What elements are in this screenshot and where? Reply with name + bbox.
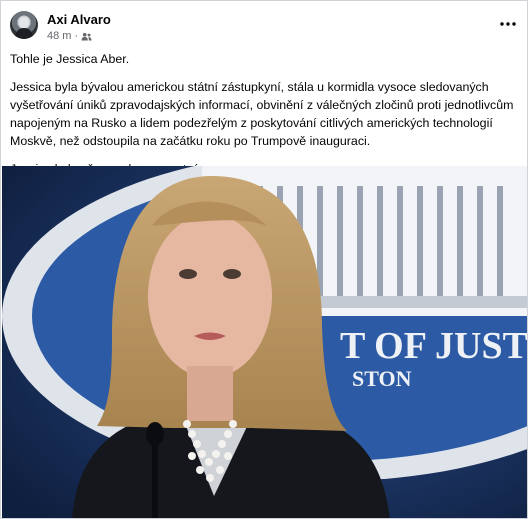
post-paragraph: Tohle je Jessica Aber. [10,52,130,66]
post-meta: 48 m · [47,30,92,42]
more-options-button[interactable] [499,15,517,33]
avatar-body [15,28,33,39]
author-name[interactable]: Axi Alvaro [47,12,111,27]
author-avatar[interactable] [10,11,38,39]
photo-illustration: T OF JUSTIC STON [2,166,528,518]
post-photo[interactable]: T OF JUSTIC STON [2,166,528,518]
seal-subtext: STON [352,366,412,391]
post-paragraph: Jessica byla bývalou americkou státní zá… [10,80,514,148]
post-header: Axi Alvaro 48 m · [1,1,527,45]
seal-text: T OF JUSTIC [340,325,528,367]
post-time[interactable]: 48 m [47,30,71,42]
friends-icon[interactable] [81,32,92,41]
meta-separator: · [74,30,79,42]
more-horizontal-icon [500,22,516,26]
avatar-face [19,17,29,28]
post-card: Axi Alvaro 48 m · Tohle je Jessica Aber.… [0,0,528,519]
